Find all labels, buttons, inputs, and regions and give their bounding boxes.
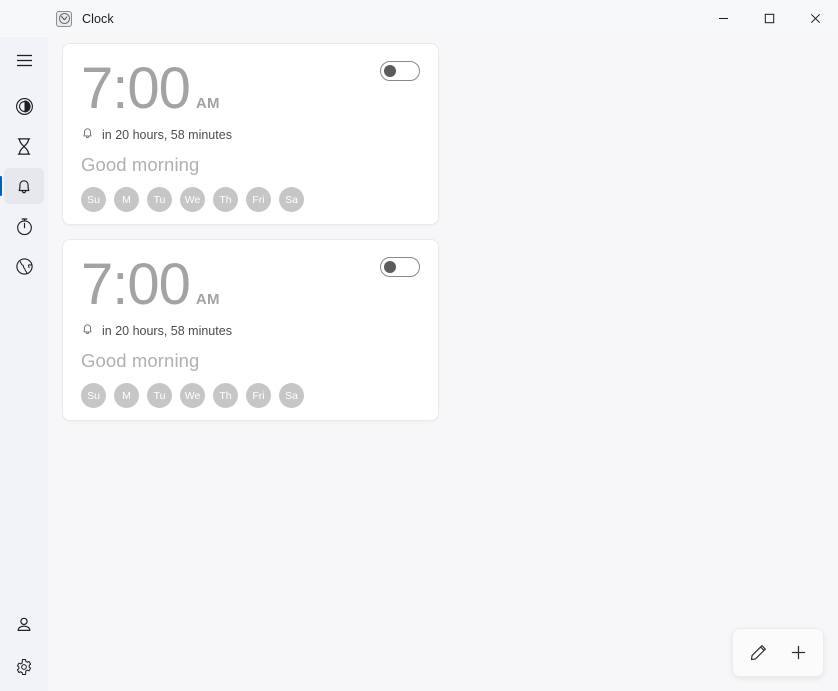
sidebar-item-stopwatch[interactable] (4, 208, 44, 244)
alarm-time-row: 7:00 AM (81, 254, 420, 316)
sidebar-item-timer[interactable] (4, 128, 44, 164)
content-area: 7:00 AM in 20 hours, 58 minutes Good mor… (48, 37, 838, 691)
alarm-toggle[interactable] (380, 257, 420, 277)
day-chip-th[interactable]: Th (213, 383, 238, 408)
bell-icon (81, 126, 94, 145)
alarm-meridiem: AM (195, 291, 220, 308)
body: 7:00 AM in 20 hours, 58 minutes Good mor… (0, 37, 838, 691)
alarm-days-row: Su M Tu We Th Fri Sa (81, 187, 420, 212)
day-chip-mo[interactable]: M (114, 187, 139, 212)
day-chip-tu[interactable]: Tu (147, 187, 172, 212)
clock-icon (56, 10, 72, 27)
app-title: Clock (82, 11, 114, 26)
alarm-card[interactable]: 7:00 AM in 20 hours, 58 minutes Good mor… (62, 43, 439, 225)
titlebar-left: Clock (0, 10, 114, 27)
alarm-time-row: 7:00 AM (81, 58, 420, 120)
sidebar (0, 37, 48, 691)
bell-icon (81, 322, 94, 341)
alarm-name: Good morning (81, 154, 200, 175)
add-alarm-button[interactable] (779, 635, 817, 671)
sidebar-item-alarm[interactable] (0, 168, 44, 204)
day-chip-sa[interactable]: Sa (279, 383, 304, 408)
window-controls (700, 0, 838, 37)
alarm-time: 7:00 (81, 56, 191, 121)
maximize-button[interactable] (746, 0, 792, 37)
alarm-countdown-row: in 20 hours, 58 minutes (81, 322, 420, 340)
clock-app-window: Clock 7:00 AM in 20 hours, 58 minutes Go… (0, 0, 838, 691)
alarm-card[interactable]: 7:00 AM in 20 hours, 58 minutes Good mor… (62, 239, 439, 421)
day-chip-fr[interactable]: Fri (246, 383, 271, 408)
hamburger-menu-button[interactable] (4, 42, 44, 78)
day-chip-we[interactable]: We (180, 187, 205, 212)
day-chip-tu[interactable]: Tu (147, 383, 172, 408)
close-button[interactable] (792, 0, 838, 37)
day-chip-su[interactable]: Su (81, 383, 106, 408)
sidebar-item-focus-sessions[interactable] (4, 88, 44, 124)
alarm-countdown: in 20 hours, 58 minutes (102, 128, 232, 142)
alarm-countdown-row: in 20 hours, 58 minutes (81, 126, 420, 144)
titlebar: Clock (0, 0, 838, 37)
alarm-toggle-knob (384, 65, 396, 77)
day-chip-we[interactable]: We (180, 383, 205, 408)
day-chip-th[interactable]: Th (213, 187, 238, 212)
alarm-meridiem: AM (195, 95, 220, 112)
day-chip-su[interactable]: Su (81, 187, 106, 212)
minimize-button[interactable] (700, 0, 746, 37)
sidebar-item-settings[interactable] (4, 649, 44, 685)
sidebar-item-account[interactable] (4, 607, 44, 643)
alarm-countdown: in 20 hours, 58 minutes (102, 324, 232, 338)
alarm-toggle-knob (384, 261, 396, 273)
day-chip-sa[interactable]: Sa (279, 187, 304, 212)
alarm-card-list: 7:00 AM in 20 hours, 58 minutes Good mor… (48, 37, 838, 421)
alarm-name: Good morning (81, 350, 200, 371)
alarm-toggle[interactable] (380, 61, 420, 81)
alarm-time: 7:00 (81, 252, 191, 317)
day-chip-fr[interactable]: Fri (246, 187, 271, 212)
alarm-days-row: Su M Tu We Th Fri Sa (81, 383, 420, 408)
day-chip-mo[interactable]: M (114, 383, 139, 408)
sidebar-item-world-clock[interactable] (4, 248, 44, 284)
edit-alarms-button[interactable] (739, 635, 777, 671)
alarm-action-bar (732, 628, 824, 677)
